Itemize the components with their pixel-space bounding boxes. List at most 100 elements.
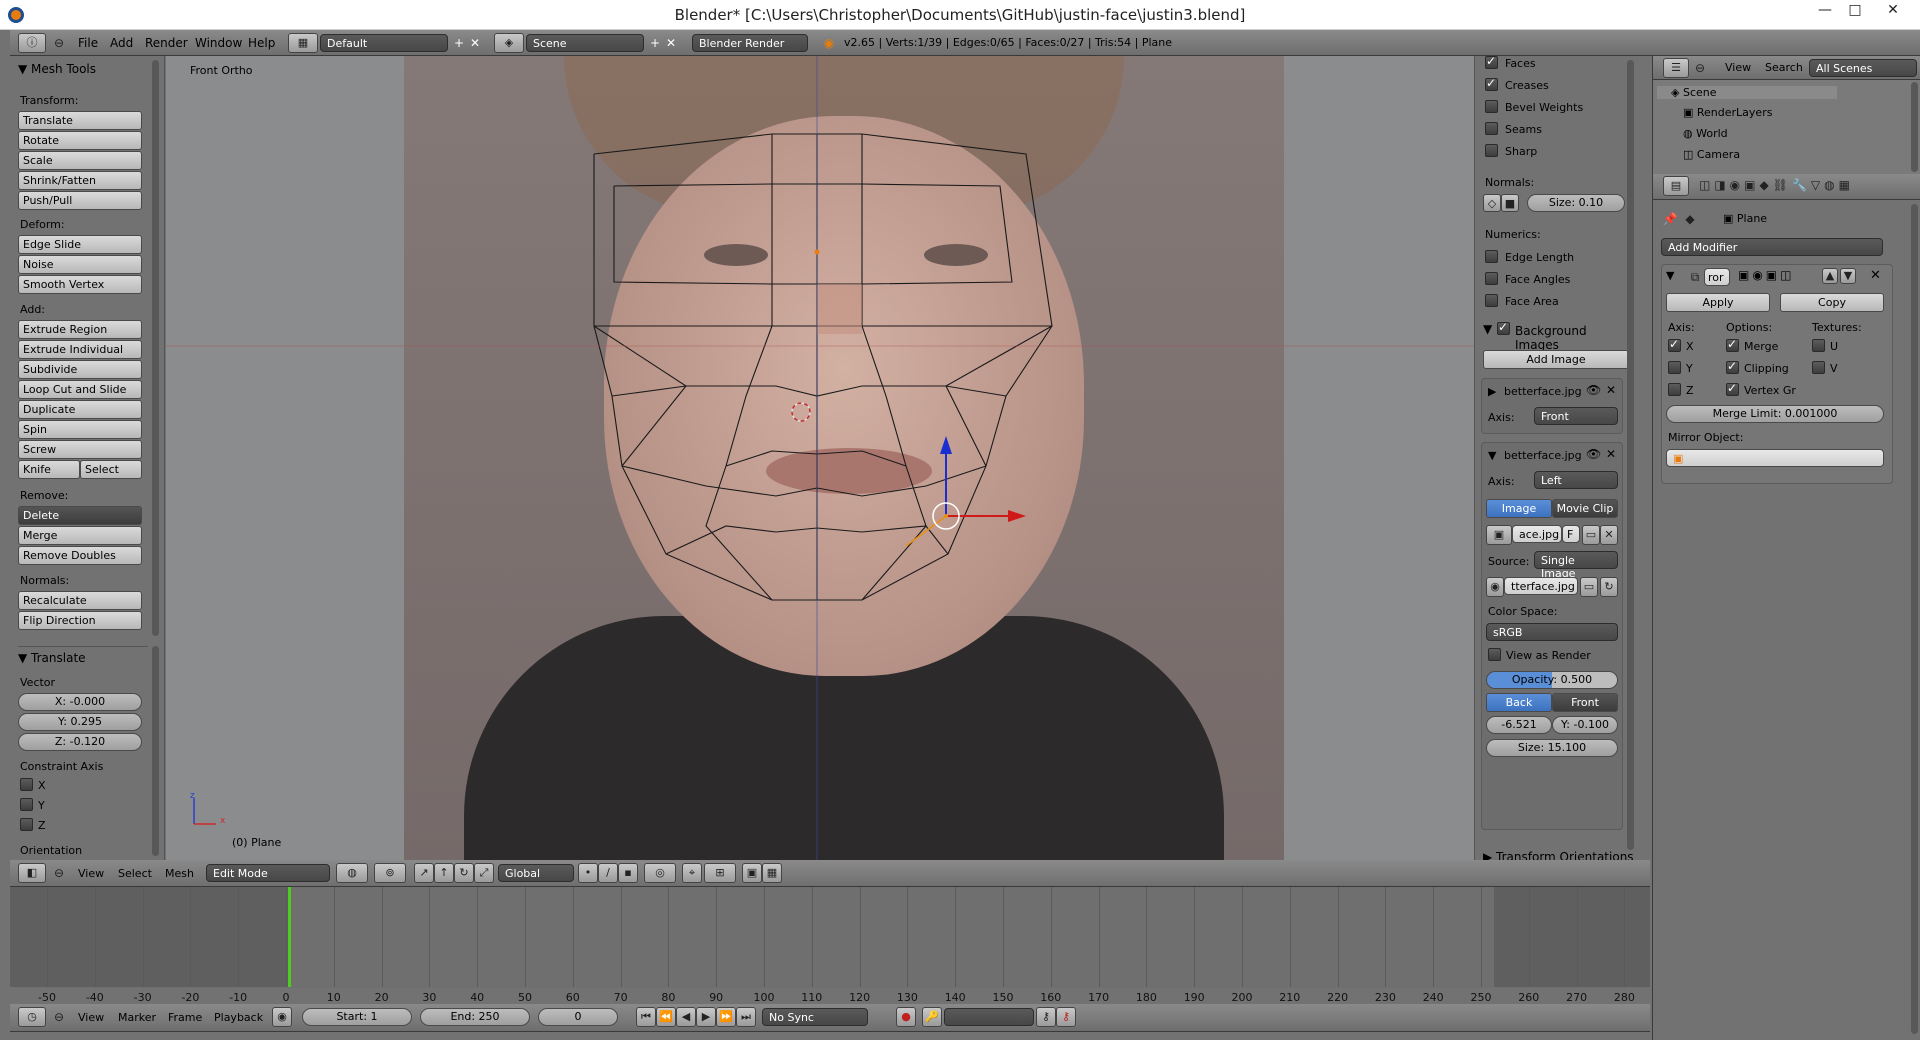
bg-image-2-axis-select[interactable]: Left bbox=[1534, 471, 1618, 489]
edge-slide-button[interactable]: Edge Slide bbox=[18, 235, 142, 254]
view3d-mesh-menu[interactable]: Mesh bbox=[165, 867, 194, 880]
translate-manipulator-icon[interactable]: ↑ bbox=[434, 863, 454, 883]
proportional-edit-icon[interactable]: ◎ bbox=[644, 863, 676, 883]
scene-field[interactable]: Scene bbox=[526, 34, 644, 52]
mode-select[interactable]: Edit Mode bbox=[206, 864, 330, 882]
pin-icon[interactable]: 📌 bbox=[1661, 210, 1679, 228]
face-angles-checkbox[interactable] bbox=[1485, 272, 1498, 285]
duplicate-button[interactable]: Duplicate bbox=[18, 400, 142, 419]
play-icon[interactable]: ▶ bbox=[696, 1007, 716, 1027]
outliner-collapse-icon[interactable]: ⊖ bbox=[1691, 59, 1709, 77]
outliner-filter-select[interactable]: All Scenes bbox=[1809, 59, 1917, 77]
3d-cursor[interactable] bbox=[791, 402, 811, 422]
remove-screen-icon[interactable]: ✕ bbox=[466, 34, 484, 52]
vertex-groups-checkbox[interactable] bbox=[1726, 381, 1739, 396]
vertex-normals-icon[interactable]: ◇ bbox=[1483, 194, 1501, 212]
knife-select-button[interactable]: Select bbox=[80, 460, 142, 479]
scale-button[interactable]: Scale bbox=[18, 151, 142, 170]
scale-manipulator-icon[interactable]: ⤢ bbox=[474, 863, 494, 883]
end-frame-field[interactable]: End: 250 bbox=[420, 1008, 530, 1026]
spin-button[interactable]: Spin bbox=[18, 420, 142, 439]
source-select[interactable]: Single Image bbox=[1534, 551, 1618, 580]
modifier-display-toggles[interactable]: ▣◉▣◫ bbox=[1738, 268, 1794, 282]
menu-add[interactable]: Add bbox=[110, 36, 133, 50]
orientation-select[interactable]: Global bbox=[498, 864, 574, 882]
menu-file[interactable]: File bbox=[78, 36, 98, 50]
image-fake-user-button[interactable]: F bbox=[1562, 525, 1580, 543]
image-file-field[interactable]: ace.jpg bbox=[1512, 525, 1562, 543]
record-icon[interactable]: ● bbox=[896, 1007, 916, 1027]
modifier-move-up-icon[interactable]: ▲ bbox=[1822, 268, 1838, 284]
rotate-manipulator-icon[interactable]: ↻ bbox=[454, 863, 474, 883]
snap-toggle-icon[interactable]: ⌖ bbox=[682, 863, 702, 883]
properties-context-tabs[interactable]: ◫◨◉▣◆⛓🔧▽◍▦ bbox=[1699, 178, 1854, 192]
tab-image[interactable]: Image bbox=[1486, 499, 1552, 518]
jump-start-icon[interactable]: ⏮ bbox=[636, 1007, 656, 1027]
current-frame-marker[interactable] bbox=[288, 887, 291, 987]
outliner-view-menu[interactable]: View bbox=[1725, 61, 1751, 74]
image-unlink-icon[interactable]: ✕ bbox=[1600, 525, 1618, 545]
copy-button[interactable]: Copy bbox=[1780, 293, 1884, 312]
image-open-icon[interactable]: ▭ bbox=[1582, 525, 1600, 545]
outliner-row-renderlayers[interactable]: ▣ RenderLayers bbox=[1683, 106, 1772, 119]
edge-select-icon[interactable]: / bbox=[598, 863, 618, 883]
close-button[interactable]: ✕ bbox=[1880, 2, 1906, 24]
manipulator-toggle-icon[interactable]: ↗ bbox=[414, 863, 434, 883]
texture-v-checkbox[interactable] bbox=[1812, 361, 1825, 374]
outliner-row-scene[interactable]: ◈ Scene bbox=[1657, 86, 1837, 99]
bg-size-field[interactable]: Size: 15.100 bbox=[1486, 739, 1618, 757]
view3d-select-menu[interactable]: Select bbox=[118, 867, 152, 880]
bg-image-1-axis-select[interactable]: Front bbox=[1534, 407, 1618, 425]
timeline-editor-icon[interactable]: ◷ bbox=[18, 1007, 46, 1027]
bg-image-1-eye-icon[interactable]: 👁 bbox=[1586, 383, 1601, 397]
image-path-field[interactable]: tterface.jpg bbox=[1504, 577, 1578, 595]
screen-layout-icon[interactable]: ▦ bbox=[288, 33, 318, 53]
properties-scrollbar[interactable] bbox=[1911, 204, 1918, 1034]
timeline-area[interactable]: -50 -40 -30 -20 -10 0 10 20 30 40 50 60 70 80 90 100 110… bbox=[10, 886, 1650, 1004]
path-browse-icon[interactable]: ▭ bbox=[1580, 577, 1598, 597]
smooth-vertex-button[interactable]: Smooth Vertex bbox=[18, 275, 142, 294]
axis-x-checkbox[interactable] bbox=[1668, 337, 1681, 352]
vector-y-field[interactable]: Y: 0.295 bbox=[18, 713, 142, 731]
front-button[interactable]: Front bbox=[1552, 693, 1618, 712]
offset-y-field[interactable]: Y: -0.100 bbox=[1552, 716, 1618, 734]
view3d-view-menu[interactable]: View bbox=[78, 867, 104, 880]
overlay-faces-checkbox[interactable] bbox=[1485, 54, 1498, 69]
delete-select[interactable]: Delete bbox=[18, 506, 142, 525]
path-reload-icon[interactable]: ↻ bbox=[1600, 577, 1618, 597]
outliner-editor-icon[interactable]: ☰ bbox=[1663, 58, 1689, 78]
outliner-row-world[interactable]: ◍ World bbox=[1683, 127, 1728, 140]
current-frame-field[interactable]: 0 bbox=[538, 1008, 618, 1026]
transform-manipulator[interactable] bbox=[905, 436, 1026, 547]
mirror-object-field[interactable]: ▣ bbox=[1666, 449, 1884, 467]
modifier-name-field[interactable]: ror bbox=[1704, 268, 1730, 286]
shrink-fatten-button[interactable]: Shrink/Fatten bbox=[18, 171, 142, 190]
extrude-region-button[interactable]: Extrude Region bbox=[18, 320, 142, 339]
jump-keyframe-back-icon[interactable]: ⏪ bbox=[656, 1007, 676, 1027]
screw-button[interactable]: Screw bbox=[18, 440, 142, 459]
recalculate-button[interactable]: Recalculate bbox=[18, 591, 142, 610]
translate-button[interactable]: Translate bbox=[18, 111, 142, 130]
extrude-individual-button[interactable]: Extrude Individual bbox=[18, 340, 142, 359]
npanel-scrollbar[interactable] bbox=[1627, 60, 1634, 850]
mesh-tools-header[interactable]: ▼ Mesh Tools bbox=[18, 62, 96, 76]
keying-set-field[interactable] bbox=[944, 1008, 1034, 1026]
toolshelf-scrollbar[interactable] bbox=[152, 60, 159, 636]
preview-range-icon[interactable]: ◉ bbox=[272, 1007, 292, 1027]
sync-select[interactable]: No Sync bbox=[762, 1008, 868, 1026]
axis-y-checkbox[interactable] bbox=[1668, 361, 1681, 374]
bg-images-header[interactable]: ▼ bbox=[1483, 322, 1492, 336]
face-area-checkbox[interactable] bbox=[1485, 294, 1498, 307]
bg-images-enable-checkbox[interactable] bbox=[1497, 320, 1510, 335]
view-as-render-checkbox[interactable] bbox=[1488, 648, 1501, 661]
timeline-marker-menu[interactable]: Marker bbox=[118, 1011, 156, 1024]
outliner-search-menu[interactable]: Search bbox=[1765, 61, 1803, 74]
constraint-y-checkbox[interactable] bbox=[20, 798, 33, 811]
vector-z-field[interactable]: Z: -0.120 bbox=[18, 733, 142, 751]
texture-u-checkbox[interactable] bbox=[1812, 339, 1825, 352]
add-modifier-select[interactable]: Add Modifier bbox=[1661, 238, 1883, 256]
collapse-menu-icon[interactable]: ⊖ bbox=[50, 34, 68, 52]
bg-image-1-expand-icon[interactable]: ▶ bbox=[1488, 385, 1496, 398]
noise-button[interactable]: Noise bbox=[18, 255, 142, 274]
rotate-button[interactable]: Rotate bbox=[18, 131, 142, 150]
